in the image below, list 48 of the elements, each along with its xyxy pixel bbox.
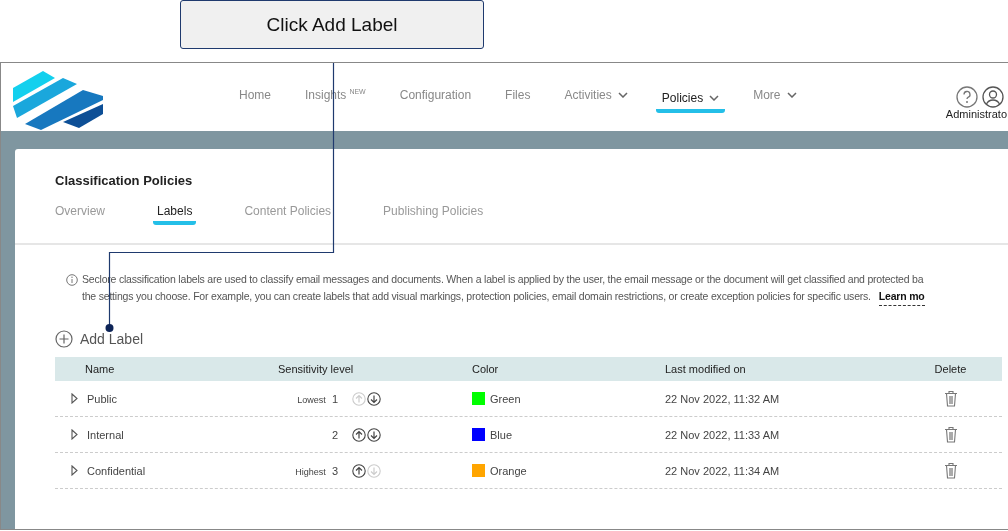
trash-icon[interactable]	[943, 426, 958, 443]
nav-item[interactable]: Configuration	[393, 84, 478, 110]
trash-icon[interactable]	[943, 390, 958, 407]
user-icon[interactable]	[982, 86, 1004, 108]
trash-icon[interactable]	[943, 462, 958, 479]
label-name: Public	[87, 392, 117, 405]
info-icon	[66, 274, 78, 286]
nav-item[interactable]: Activities	[558, 84, 634, 110]
up-arrow-icon[interactable]	[352, 463, 366, 478]
down-arrow-icon[interactable]	[367, 427, 381, 442]
label-name: Confidential	[87, 464, 146, 477]
expand-icon[interactable]	[71, 465, 78, 476]
down-arrow-icon[interactable]	[367, 391, 381, 406]
level-tag: Lowest	[297, 394, 326, 405]
tab[interactable]: Publishing Policies	[379, 200, 488, 225]
up-arrow-icon[interactable]	[352, 427, 366, 442]
level-tag: Highest	[295, 466, 326, 477]
user-name: Administrato	[945, 108, 1007, 120]
color-name: Orange	[490, 464, 527, 477]
tab[interactable]: Labels	[153, 200, 197, 225]
plus-icon	[55, 330, 73, 348]
level-number: 3	[331, 464, 338, 477]
learn-more-link[interactable]: Learn mo	[878, 288, 925, 306]
column-header: Sensitivity level	[277, 363, 355, 375]
page-title: Classification Policies	[55, 173, 194, 188]
label-name: Internal	[87, 428, 124, 441]
nav-item[interactable]: More	[747, 84, 803, 110]
nav-item[interactable]: Policies	[655, 87, 726, 113]
nav-item[interactable]: Home	[233, 84, 277, 110]
add-label-button[interactable]: Add Label	[55, 330, 144, 348]
modified-date: 22 Nov 2022, 11:32 AM	[665, 392, 780, 405]
expand-icon[interactable]	[71, 393, 78, 404]
column-header: Color	[471, 363, 500, 375]
tab[interactable]: Content Policies	[240, 200, 336, 225]
color-name: Green	[490, 392, 521, 405]
expand-icon[interactable]	[71, 429, 78, 440]
level-number: 2	[331, 428, 338, 441]
tab[interactable]: Overview	[51, 200, 109, 225]
color-name: Blue	[490, 428, 513, 441]
nav-item[interactable]: Files	[499, 84, 537, 110]
callout-box: Click Add Label	[180, 0, 484, 49]
column-header: Delete	[933, 363, 968, 375]
modified-date: 22 Nov 2022, 11:33 AM	[665, 428, 780, 441]
column-header: Last modified on	[664, 363, 747, 375]
column-header: Name	[84, 363, 116, 375]
level-number: 1	[331, 392, 338, 405]
help-icon[interactable]	[956, 86, 978, 108]
modified-date: 22 Nov 2022, 11:34 AM	[665, 464, 780, 477]
